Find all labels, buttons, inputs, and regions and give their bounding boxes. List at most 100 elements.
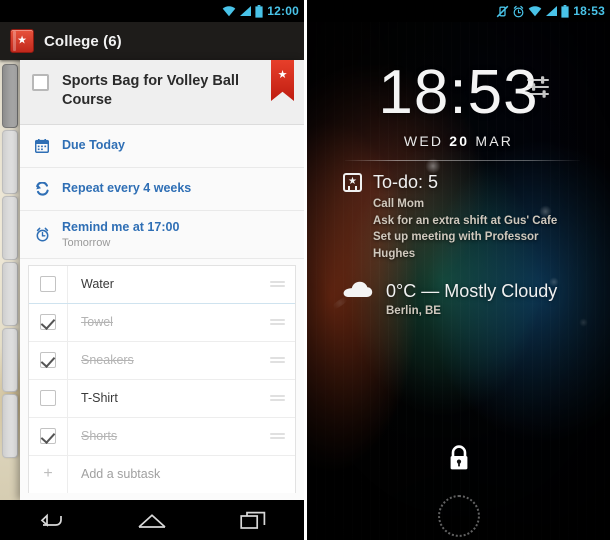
task-header-row: Sports Bag for Volley Ball Course bbox=[32, 72, 292, 110]
task-title: Sports Bag for Volley Ball Course bbox=[62, 73, 239, 109]
cloud-icon bbox=[343, 280, 373, 303]
alarm-icon bbox=[32, 227, 52, 242]
drag-handle-icon[interactable] bbox=[259, 281, 295, 288]
alarm-icon bbox=[513, 5, 524, 17]
unlock-area[interactable] bbox=[307, 430, 610, 540]
left-app-bar: ★ College (6) bbox=[0, 22, 304, 60]
left-status-time: 12:00 bbox=[267, 4, 299, 18]
add-subtask-row[interactable]: + Add a subtask bbox=[29, 455, 295, 493]
meta-text-due: Due Today bbox=[62, 138, 125, 154]
subtask-label: T-Shirt bbox=[81, 391, 118, 406]
left-status-icons bbox=[222, 4, 263, 18]
todo-item: Set up meeting with Professor bbox=[373, 231, 539, 244]
right-status-icons bbox=[496, 4, 569, 18]
meta-row-repeat[interactable]: Repeat every 4 weeks bbox=[20, 168, 304, 212]
todo-widget[interactable]: ★ To-do: 5 Call Mom Ask for an extra shi… bbox=[343, 172, 594, 263]
plus-icon[interactable]: + bbox=[29, 455, 68, 493]
meta-text-reminder: Remind me at 17:00 Tomorrow bbox=[62, 220, 179, 249]
weather-widget-header: 0°C — Mostly Cloudy bbox=[343, 280, 594, 303]
wifi-icon bbox=[528, 6, 542, 17]
unlock-ring[interactable] bbox=[437, 495, 480, 537]
star-icon: ★ bbox=[277, 69, 288, 81]
subtask-label: Water bbox=[81, 277, 114, 292]
todo-item: Hughes bbox=[373, 248, 416, 261]
weather-title: 0°C — Mostly Cloudy bbox=[386, 281, 558, 301]
equalizer-icon[interactable] bbox=[526, 74, 552, 105]
recents-icon[interactable] bbox=[227, 507, 279, 533]
edge-tab-4[interactable] bbox=[2, 262, 18, 326]
list-item[interactable]: Sneakers bbox=[29, 341, 295, 380]
edge-tab-3[interactable] bbox=[2, 196, 18, 260]
subtask-checkbox-cell[interactable] bbox=[29, 379, 68, 417]
drag-handle-icon[interactable] bbox=[259, 395, 295, 402]
vibrate-off-icon bbox=[496, 5, 509, 17]
list-item[interactable]: Towel bbox=[29, 303, 295, 342]
repeat-label: Repeat every 4 weeks bbox=[62, 181, 192, 196]
screenshot-root: 12:00 ★ College (6) Sports Bag for Volle… bbox=[0, 0, 610, 540]
signal-icon bbox=[240, 6, 252, 16]
subtask-label: Sneakers bbox=[81, 353, 134, 368]
android-nav-bar bbox=[0, 500, 304, 540]
app-icon-star-glyph: ★ bbox=[17, 34, 27, 47]
list-item[interactable]: Shorts bbox=[29, 417, 295, 456]
subtask-checkbox-cell[interactable] bbox=[29, 265, 68, 303]
battery-icon bbox=[255, 4, 263, 18]
calendar-icon bbox=[32, 139, 52, 154]
subtask-checkbox[interactable] bbox=[40, 352, 56, 369]
subtask-checkbox-cell[interactable] bbox=[29, 341, 68, 379]
lockscreen-divider bbox=[345, 160, 580, 161]
date-day: 20 bbox=[449, 133, 470, 149]
task-detail-drawer: Sports Bag for Volley Ball Course ★ Due … bbox=[20, 60, 304, 500]
home-icon[interactable] bbox=[126, 507, 178, 533]
add-subtask-label: Add a subtask bbox=[81, 467, 161, 482]
list-book-star-icon[interactable]: ★ bbox=[10, 29, 34, 53]
todo-item: Call Mom bbox=[373, 198, 425, 210]
list-item[interactable]: T-Shirt bbox=[29, 379, 295, 418]
subtask-checkbox[interactable] bbox=[40, 428, 56, 445]
subtask-checkbox-cell[interactable] bbox=[29, 303, 68, 341]
subtask-checkbox-cell[interactable] bbox=[29, 417, 68, 455]
weather-widget[interactable]: 0°C — Mostly Cloudy Berlin, BE bbox=[343, 280, 594, 317]
drag-handle-icon[interactable] bbox=[259, 357, 295, 364]
subtask-checkbox[interactable] bbox=[40, 390, 56, 407]
right-status-bar: 18:53 bbox=[307, 0, 610, 22]
task-meta-list: Due Today Repeat every 4 weeks Remind me… bbox=[20, 125, 304, 259]
lock-icon[interactable] bbox=[446, 444, 472, 477]
lockscreen-date: WED 20 MAR bbox=[307, 133, 610, 149]
drag-handle-icon[interactable] bbox=[259, 319, 295, 326]
subtask-checkbox[interactable] bbox=[40, 276, 56, 293]
edge-tab-5[interactable] bbox=[2, 328, 18, 392]
list-item[interactable]: Water bbox=[29, 265, 295, 304]
back-icon[interactable] bbox=[25, 507, 77, 533]
lockscreen-clock-block: 18:53 WED 20 MAR bbox=[307, 62, 610, 149]
list-edge-tabs[interactable] bbox=[2, 64, 18, 464]
lockscreen-clock: 18:53 bbox=[378, 58, 539, 127]
drag-handle-icon[interactable] bbox=[259, 433, 295, 440]
task-checkbox[interactable] bbox=[32, 74, 49, 91]
battery-icon bbox=[561, 4, 569, 18]
todo-item: Ask for an extra shift at Gus' Cafe bbox=[373, 214, 558, 227]
left-status-bar: 12:00 bbox=[0, 0, 304, 22]
due-label: Due Today bbox=[62, 138, 125, 153]
date-weekday: WED bbox=[403, 133, 444, 149]
reminder-sublabel: Tomorrow bbox=[62, 236, 111, 249]
subtask-list: Water Towel Sneakers T-Shirt Shorts + Ad… bbox=[28, 264, 296, 493]
task-header: Sports Bag for Volley Ball Course ★ bbox=[20, 60, 304, 126]
weather-location: Berlin, BE bbox=[386, 305, 441, 317]
meta-row-due[interactable]: Due Today bbox=[20, 125, 304, 169]
todo-widget-items: Call Mom Ask for an extra shift at Gus' … bbox=[373, 196, 594, 263]
edge-tab-6[interactable] bbox=[2, 394, 18, 458]
subtask-checkbox[interactable] bbox=[40, 314, 56, 331]
todo-widget-title: To-do: 5 bbox=[373, 172, 439, 192]
edge-tab-2[interactable] bbox=[2, 130, 18, 194]
signal-icon bbox=[546, 6, 558, 16]
meta-row-reminder[interactable]: Remind me at 17:00 Tomorrow bbox=[20, 211, 304, 259]
subtask-label: Shorts bbox=[81, 429, 118, 444]
subtask-label: Towel bbox=[81, 315, 113, 330]
right-status-time: 18:53 bbox=[573, 4, 605, 18]
wifi-icon bbox=[222, 6, 236, 17]
badge-star-glyph: ★ bbox=[348, 176, 357, 187]
edge-tab-1[interactable] bbox=[2, 64, 18, 128]
reminder-label: Remind me at 17:00 bbox=[62, 220, 180, 235]
date-month: MAR bbox=[475, 133, 514, 149]
